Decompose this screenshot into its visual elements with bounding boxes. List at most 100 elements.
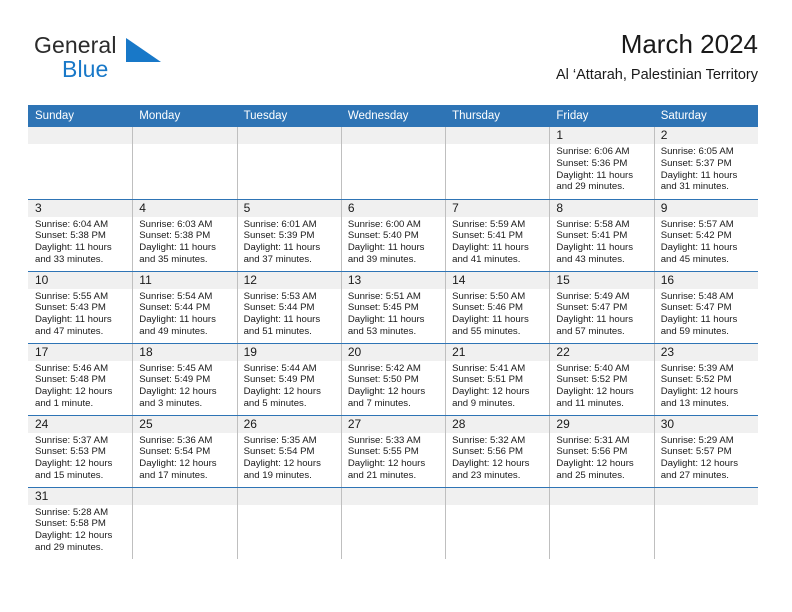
- day-details: Sunrise: 6:06 AM Sunset: 5:36 PM Daylight:…: [549, 144, 653, 193]
- calendar-day-cell[interactable]: 9 Sunrise: 5:57 AM Sunset: 5:42 PM Daylight…: [653, 198, 758, 271]
- day-number: [340, 487, 446, 505]
- sunrise-time: Sunrise: 5:31 AM: [556, 434, 630, 446]
- calendar-day-cell[interactable]: 27 Sunrise: 5:33 AM Sunset: 5:55 PM Dayligh…: [340, 414, 446, 487]
- calendar-day-cell[interactable]: 30 Sunrise: 5:29 AM Sunset: 5:57 PM Dayligh…: [653, 414, 758, 487]
- daylight-duration-line2: and 9 minutes.: [452, 397, 516, 409]
- day-number: 9: [653, 199, 758, 217]
- sunrise-time: Sunrise: 5:46 AM: [35, 362, 109, 374]
- calendar-header-row: Sunday Monday Tuesday Wednesday Thursday…: [28, 105, 758, 127]
- daylight-duration-line1: Daylight: 11 hours: [243, 242, 321, 254]
- calendar-day-cell[interactable]: 4 Sunrise: 6:03 AM Sunset: 5:38 PM Daylight…: [132, 198, 237, 271]
- calendar-day-cell[interactable]: 20 Sunrise: 5:42 AM Sunset: 5:50 PM Dayligh…: [340, 342, 446, 415]
- calendar-day-cell[interactable]: 1 Sunrise: 6:06 AM Sunset: 5:36 PM Daylight…: [549, 127, 654, 199]
- calendar-day-cell[interactable]: 5 Sunrise: 6:01 AM Sunset: 5:39 PM Daylight…: [236, 198, 341, 271]
- day-details: Sunrise: 5:46 AM Sunset: 5:48 PM Daylight:…: [28, 361, 132, 410]
- day-number: 3: [28, 199, 133, 217]
- sunset-time: Sunset: 5:38 PM: [139, 230, 211, 242]
- calendar-day-cell[interactable]: 6 Sunrise: 6:00 AM Sunset: 5:40 PM Daylight…: [340, 198, 446, 271]
- daylight-duration-line2: and 21 minutes.: [347, 469, 417, 481]
- day-details: Sunrise: 5:49 AM Sunset: 5:47 PM Daylight:…: [549, 289, 653, 338]
- daylight-duration-line1: Daylight: 12 hours: [660, 458, 739, 470]
- weekday-header-saturday: Saturday: [653, 105, 758, 127]
- calendar-day-cell[interactable]: 18 Sunrise: 5:45 AM Sunset: 5:49 PM Dayligh…: [132, 342, 237, 415]
- sunset-time: Sunset: 5:44 PM: [139, 302, 211, 314]
- day-details: Sunrise: 6:01 AM Sunset: 5:39 PM Daylight:…: [237, 217, 341, 266]
- daylight-duration-line1: Daylight: 12 hours: [452, 458, 530, 470]
- calendar-day-cell[interactable]: 21 Sunrise: 5:41 AM Sunset: 5:51 PM Dayligh…: [445, 342, 550, 415]
- daylight-duration-line2: and 35 minutes.: [139, 253, 208, 265]
- calendar-day-cell[interactable]: 26 Sunrise: 5:35 AM Sunset: 5:54 PM Dayligh…: [236, 414, 341, 487]
- calendar-day-cell[interactable]: 16 Sunrise: 5:48 AM Sunset: 5:47 PM Dayligh…: [653, 270, 758, 343]
- daylight-duration-line2: and 51 minutes.: [243, 325, 312, 337]
- daylight-duration-line2: and 13 minutes.: [660, 397, 729, 409]
- calendar-day-cell[interactable]: 19 Sunrise: 5:44 AM Sunset: 5:49 PM Dayligh…: [236, 342, 341, 415]
- calendar-day-cell[interactable]: 3 Sunrise: 6:04 AM Sunset: 5:38 PM Daylight…: [28, 198, 133, 271]
- sunrise-time: Sunrise: 6:00 AM: [347, 218, 421, 230]
- page-title: March 2024: [620, 29, 758, 59]
- sunset-time: Sunset: 5:52 PM: [556, 374, 628, 386]
- title-block: March 2024 Al ‘Attarah, Palestinian Terr…: [556, 28, 758, 86]
- calendar-day-cell[interactable]: 13 Sunrise: 5:51 AM Sunset: 5:45 PM Dayligh…: [340, 270, 446, 343]
- sunset-time: Sunset: 5:56 PM: [452, 446, 524, 458]
- daylight-duration-line1: Daylight: 12 hours: [243, 386, 321, 398]
- sunset-time: Sunset: 5:53 PM: [35, 446, 106, 458]
- day-number: 24: [28, 415, 133, 433]
- day-details: Sunrise: 5:58 AM Sunset: 5:41 PM Daylight:…: [549, 217, 653, 266]
- calendar-day-cell[interactable]: 25 Sunrise: 5:36 AM Sunset: 5:54 PM Dayligh…: [132, 414, 237, 487]
- day-number: 28: [445, 415, 550, 433]
- calendar-day-cell-empty: [445, 486, 550, 560]
- calendar-week-row: 3 Sunrise: 6:04 AM Sunset: 5:38 PM Daylight…: [28, 198, 758, 271]
- calendar-day-cell[interactable]: 14 Sunrise: 5:50 AM Sunset: 5:46 PM Dayligh…: [445, 270, 550, 343]
- sunset-time: Sunset: 5:58 PM: [35, 518, 106, 530]
- calendar-day-cell[interactable]: 29 Sunrise: 5:31 AM Sunset: 5:56 PM Dayligh…: [549, 414, 654, 487]
- day-details: Sunrise: 6:04 AM Sunset: 5:38 PM Daylight:…: [28, 217, 132, 266]
- calendar-day-cell[interactable]: 23 Sunrise: 5:39 AM Sunset: 5:52 PM Dayligh…: [653, 342, 758, 415]
- calendar-day-cell[interactable]: 7 Sunrise: 5:59 AM Sunset: 5:41 PM Daylight…: [445, 198, 550, 271]
- daylight-duration-line2: and 45 minutes.: [660, 253, 729, 265]
- calendar-day-cell[interactable]: 28 Sunrise: 5:32 AM Sunset: 5:56 PM Dayligh…: [445, 414, 550, 487]
- day-details: Sunrise: 5:29 AM Sunset: 5:57 PM Daylight:…: [654, 433, 758, 482]
- calendar-day-cell-empty: [236, 127, 341, 199]
- day-number: [28, 127, 133, 144]
- weekday-header-thursday: Thursday: [445, 105, 550, 127]
- daylight-duration-line2: and 15 minutes.: [35, 469, 104, 481]
- day-number: 14: [445, 271, 550, 289]
- calendar-day-cell[interactable]: 17 Sunrise: 5:46 AM Sunset: 5:48 PM Dayligh…: [28, 342, 133, 415]
- daylight-duration-line2: and 39 minutes.: [347, 253, 417, 265]
- sunrise-time: Sunrise: 5:58 AM: [556, 218, 630, 230]
- calendar-day-cell[interactable]: 10 Sunrise: 5:55 AM Sunset: 5:43 PM Dayligh…: [28, 270, 133, 343]
- calendar-page: General Blue March 2024 Al ‘Attarah, Pal…: [0, 0, 792, 612]
- day-number: 26: [236, 415, 341, 433]
- daylight-duration-line2: and 23 minutes.: [452, 469, 521, 481]
- calendar-day-cell[interactable]: 11 Sunrise: 5:54 AM Sunset: 5:44 PM Dayligh…: [132, 270, 237, 343]
- calendar-day-cell[interactable]: 22 Sunrise: 5:40 AM Sunset: 5:52 PM Dayligh…: [549, 342, 654, 415]
- day-number: 20: [340, 343, 446, 361]
- daylight-duration-line2: and 33 minutes.: [35, 253, 104, 265]
- daylight-duration-line2: and 5 minutes.: [243, 397, 307, 409]
- day-details: Sunrise: 5:44 AM Sunset: 5:49 PM Daylight:…: [237, 361, 341, 410]
- calendar-day-cell[interactable]: 15 Sunrise: 5:49 AM Sunset: 5:47 PM Dayligh…: [549, 270, 654, 343]
- daylight-duration-line1: Daylight: 12 hours: [347, 458, 426, 470]
- day-details: Sunrise: 5:41 AM Sunset: 5:51 PM Daylight:…: [445, 361, 549, 410]
- calendar-day-cell[interactable]: 24 Sunrise: 5:37 AM Sunset: 5:53 PM Dayligh…: [28, 414, 133, 487]
- sunrise-time: Sunrise: 5:49 AM: [556, 290, 630, 302]
- daylight-duration-line2: and 43 minutes.: [556, 253, 625, 265]
- sunset-time: Sunset: 5:51 PM: [452, 374, 524, 386]
- sunrise-time: Sunrise: 5:44 AM: [243, 362, 317, 374]
- sunset-time: Sunset: 5:36 PM: [556, 157, 628, 169]
- calendar-week-row: 24 Sunrise: 5:37 AM Sunset: 5:53 PM Dayligh…: [28, 414, 758, 487]
- sunrise-time: Sunrise: 6:01 AM: [243, 218, 317, 230]
- daylight-duration-line1: Daylight: 11 hours: [139, 242, 216, 254]
- daylight-duration-line2: and 29 minutes.: [556, 181, 625, 193]
- calendar-day-cell-empty: [236, 486, 341, 560]
- day-details: Sunrise: 5:48 AM Sunset: 5:47 PM Daylight:…: [654, 289, 758, 338]
- calendar-day-cell[interactable]: 31 Sunrise: 5:28 AM Sunset: 5:58 PM Dayligh…: [28, 486, 133, 559]
- sunrise-time: Sunrise: 5:28 AM: [35, 506, 109, 518]
- daylight-duration-line2: and 7 minutes.: [347, 397, 411, 409]
- sunset-time: Sunset: 5:44 PM: [243, 302, 315, 314]
- sunrise-time: Sunrise: 5:37 AM: [35, 434, 109, 446]
- calendar-day-cell[interactable]: 12 Sunrise: 5:53 AM Sunset: 5:44 PM Dayligh…: [236, 270, 341, 343]
- brand-logo[interactable]: General Blue: [34, 32, 214, 90]
- calendar-day-cell[interactable]: 8 Sunrise: 5:58 AM Sunset: 5:41 PM Daylight…: [549, 198, 654, 271]
- calendar-day-cell[interactable]: 2 Sunrise: 6:05 AM Sunset: 5:37 PM Daylight…: [653, 127, 758, 199]
